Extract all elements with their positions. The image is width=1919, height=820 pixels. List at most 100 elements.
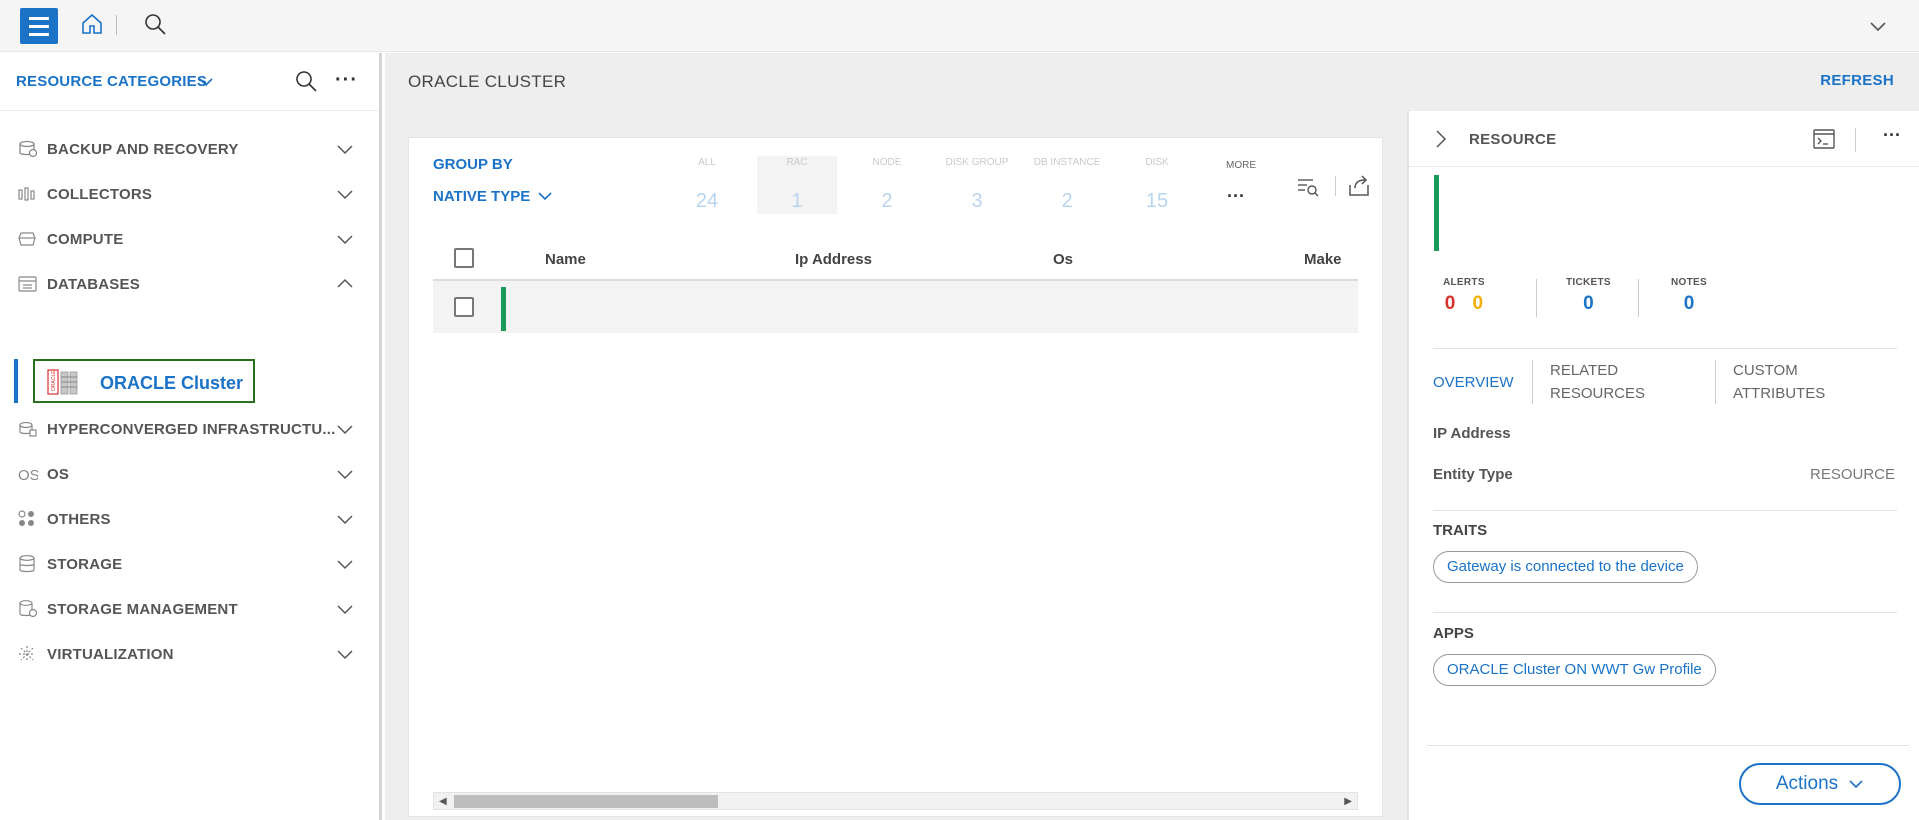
storage-management-icon [19, 600, 38, 618]
separator [116, 15, 117, 35]
search-icon[interactable] [294, 69, 318, 93]
hamburger-icon[interactable] [20, 8, 58, 44]
group-by-dropdown[interactable]: NATIVE TYPE [433, 188, 530, 205]
tickets-label: TICKETS [1566, 277, 1611, 288]
home-icon[interactable] [80, 12, 104, 36]
app-chip[interactable]: ORACLE Cluster ON WWT Gw Profile [1433, 654, 1716, 686]
terminal-icon[interactable] [1813, 128, 1835, 150]
group-by-label: GROUP BY [433, 156, 513, 173]
category-storage-management[interactable]: STORAGE MANAGEMENT [0, 589, 379, 629]
sidebar: RESOURCE CATEGORIES ··· BACKUP AND RECOV… [0, 53, 382, 820]
tab-overview[interactable]: OVERVIEW [1433, 371, 1514, 394]
category-others[interactable]: OTHERS [0, 499, 379, 539]
more-tabs-icon[interactable]: ··· [1227, 186, 1245, 207]
chevron-down-icon [1849, 780, 1863, 789]
type-tab-label: RAC [786, 157, 808, 168]
sidebar-item-oracle-cluster[interactable]: ORACLE ORACLE Cluster [14, 359, 255, 403]
scroll-left-icon[interactable]: ◀ [439, 796, 447, 807]
selected-item-box[interactable]: ORACLE ORACLE Cluster [33, 359, 255, 403]
chevron-down-icon[interactable] [1868, 16, 1888, 36]
trait-chip[interactable]: Gateway is connected to the device [1433, 551, 1698, 583]
column-header-name[interactable]: Name [545, 251, 586, 268]
oracle-cluster-label[interactable]: ORACLE Cluster [100, 373, 243, 394]
more-options-icon[interactable]: ··· [1883, 125, 1901, 146]
category-databases[interactable]: DATABASES [0, 264, 379, 304]
type-tab-label: ALL [698, 157, 716, 168]
category-virtualization[interactable]: VIRTUALIZATION [0, 634, 379, 674]
notes-stat[interactable]: NOTES 0 [1671, 277, 1707, 315]
svg-text:ORACLE: ORACLE [51, 370, 57, 391]
chevron-down-icon[interactable] [336, 421, 354, 437]
type-tab-count: 2 [1061, 190, 1073, 212]
separator [1335, 176, 1336, 196]
notes-count[interactable]: 0 [1671, 293, 1707, 315]
page-title: ORACLE CLUSTER [408, 72, 567, 91]
resource-detail-panel: RESOURCE ··· ALERTS 0 0 TICKETS 0 NOTES … [1407, 111, 1919, 820]
type-tab-disk[interactable]: DISK 15 [1117, 156, 1197, 213]
virtualization-icon [19, 646, 35, 662]
divider [1433, 510, 1897, 511]
type-tab-label: NODE [872, 157, 902, 168]
separator [1855, 128, 1856, 152]
type-tab-disk-group[interactable]: DISK GROUP 3 [937, 156, 1017, 213]
chevron-down-icon[interactable] [336, 556, 354, 572]
chevron-down-icon[interactable] [336, 231, 354, 247]
actions-label: Actions [1775, 773, 1839, 794]
chevron-down-icon[interactable] [336, 646, 354, 662]
category-backup-and-recovery[interactable]: BACKUP AND RECOVERY [0, 129, 379, 169]
filter-search-icon[interactable] [1297, 176, 1319, 198]
alerts-warning-count[interactable]: 0 [1473, 293, 1484, 314]
alerts-stat[interactable]: ALERTS 0 0 [1443, 277, 1485, 315]
column-header-make[interactable]: Make [1304, 251, 1342, 268]
type-tab-db-instance[interactable]: DB INSTANCE 2 [1027, 156, 1107, 213]
separator [1638, 279, 1639, 317]
more-tab-label[interactable]: MORE [1221, 160, 1261, 171]
top-bar [0, 0, 1919, 52]
alerts-critical-count[interactable]: 0 [1445, 293, 1456, 314]
horizontal-scrollbar[interactable]: ◀ ▶ [433, 792, 1358, 810]
category-os[interactable]: OS OS [0, 454, 379, 494]
chevron-down-icon[interactable] [336, 466, 354, 482]
os-icon: OS [18, 467, 38, 483]
type-tab-node[interactable]: NODE 2 [847, 156, 927, 213]
category-compute[interactable]: COMPUTE [0, 219, 379, 259]
others-icon [18, 510, 34, 526]
column-header-ip-address[interactable]: Ip Address [795, 251, 872, 268]
chevron-down-icon[interactable] [537, 188, 553, 204]
separator [1532, 360, 1533, 404]
more-options-icon[interactable]: ··· [335, 69, 358, 92]
category-label: HYPERCONVERGED INFRASTRUCTU... [47, 421, 336, 438]
chevron-down-icon[interactable] [336, 141, 354, 157]
category-storage[interactable]: STORAGE [0, 544, 379, 584]
hci-icon [19, 421, 37, 437]
actions-button[interactable]: Actions [1739, 763, 1901, 805]
type-tab-rac[interactable]: RAC 1 [757, 156, 837, 214]
export-icon[interactable] [1347, 174, 1371, 198]
select-all-checkbox[interactable] [454, 248, 474, 268]
apps-title: APPS [1433, 625, 1474, 642]
row-checkbox[interactable] [454, 297, 474, 317]
scrollbar-thumb[interactable] [454, 795, 718, 808]
type-tab-all[interactable]: ALL 24 [667, 156, 747, 213]
resource-categories-title[interactable]: RESOURCE CATEGORIES [16, 73, 207, 90]
tickets-stat[interactable]: TICKETS 0 [1566, 277, 1611, 315]
tickets-count[interactable]: 0 [1566, 293, 1611, 315]
backup-icon [19, 140, 38, 158]
type-tab-label: DB INSTANCE [1033, 157, 1101, 168]
table-header: Name Ip Address Os Make [433, 238, 1358, 281]
table-row[interactable] [433, 281, 1358, 333]
chevron-down-icon[interactable] [336, 601, 354, 617]
chevron-down-icon[interactable] [336, 186, 354, 202]
chevron-down-icon[interactable] [336, 511, 354, 527]
chevron-down-icon[interactable] [198, 74, 214, 90]
search-icon[interactable] [143, 12, 167, 36]
category-hyperconverged-infrastructure[interactable]: HYPERCONVERGED INFRASTRUCTU... [0, 409, 379, 449]
tab-custom-attributes[interactable]: CUSTOM ATTRIBUTES [1733, 359, 1873, 405]
tab-related-resources[interactable]: RELATED RESOURCES [1550, 359, 1670, 405]
refresh-button[interactable]: REFRESH [1820, 72, 1894, 89]
column-header-os[interactable]: Os [1053, 251, 1073, 268]
chevron-up-icon[interactable] [336, 276, 354, 292]
scroll-right-icon[interactable]: ▶ [1344, 796, 1352, 807]
category-collectors[interactable]: COLLECTORS [0, 174, 379, 214]
chevron-right-icon[interactable] [1433, 129, 1449, 149]
